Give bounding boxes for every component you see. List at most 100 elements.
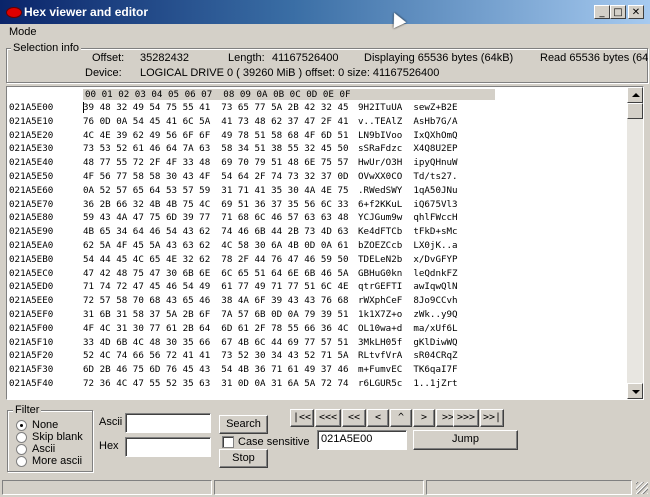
nav-back-button[interactable]: <	[367, 409, 389, 427]
row-offset[interactable]: 021A5EF0	[9, 309, 53, 320]
row-ascii[interactable]: qtrGEFTI awIqwQlN	[358, 281, 458, 292]
row-offset[interactable]: 021A5F20	[9, 350, 53, 361]
row-hex-bytes[interactable]: 59 43 4A 47 75 6D 39 77 71 68 6C 46 57 6…	[83, 212, 349, 223]
row-offset[interactable]: 021A5E20	[9, 130, 53, 141]
row-ascii[interactable]: YCJGum9w qhlFWccH	[358, 212, 458, 223]
row-hex-bytes[interactable]: 4F 56 77 58 58 30 43 4F 54 64 2F 74 73 3…	[83, 171, 349, 182]
row-ascii[interactable]: OL10wa+d ma/xUf6L	[358, 323, 458, 334]
row-hex-bytes[interactable]: 39 48 32 49 54 75 55 41 73 65 77 5A 2B 4…	[83, 102, 349, 113]
case-sensitive-label[interactable]: Case sensitive	[238, 436, 310, 448]
row-ascii[interactable]: RLtvfVrA sR04CRqZ	[358, 350, 458, 361]
row-hex-bytes[interactable]: 73 53 52 61 46 64 7A 63 58 34 51 38 55 3…	[83, 143, 349, 154]
row-offset[interactable]: 021A5E50	[9, 171, 53, 182]
row-offset[interactable]: 021A5EB0	[9, 254, 53, 265]
row-offset[interactable]: 021A5E80	[9, 212, 53, 223]
ascii-search-input[interactable]	[125, 413, 211, 433]
row-ascii[interactable]: HwUr/O3H ipyQHnuW	[358, 157, 458, 168]
row-offset[interactable]: 021A5EA0	[9, 240, 53, 251]
row-offset[interactable]: 021A5E60	[9, 185, 53, 196]
filter-skip-blank-label[interactable]: Skip blank	[32, 431, 83, 443]
row-ascii[interactable]: 1k1X7Z+o zWk..y9Q	[358, 309, 458, 320]
hex-search-input[interactable]	[125, 437, 211, 457]
arrow-up-icon	[632, 93, 640, 97]
row-hex-bytes[interactable]: 48 77 55 72 2F 4F 33 48 69 70 79 51 48 6…	[83, 157, 349, 168]
nav-back-large-button[interactable]: <<<	[315, 409, 341, 427]
nav-up-button[interactable]: ^	[390, 409, 412, 427]
jump-button[interactable]: Jump	[413, 430, 518, 450]
row-hex-bytes[interactable]: 72 57 58 70 68 43 65 46 38 4A 6F 39 43 4…	[83, 295, 349, 306]
row-ascii[interactable]: GBHuG0kn leQdnkFZ	[358, 268, 458, 279]
row-offset[interactable]: 021A5EE0	[9, 295, 53, 306]
nav-first-button[interactable]: |<<	[290, 409, 314, 427]
resize-grip-icon[interactable]	[636, 482, 648, 494]
row-ascii[interactable]: 9H2ITuUA sewZ+B2E	[358, 102, 458, 113]
text-caret	[83, 102, 84, 113]
row-offset[interactable]: 021A5E90	[9, 226, 53, 237]
filter-none-radio[interactable]	[16, 420, 27, 431]
case-sensitive-checkbox[interactable]	[222, 436, 234, 448]
row-ascii[interactable]: sSRaFdzc X4Q8U2EP	[358, 143, 458, 154]
row-hex-bytes[interactable]: 4B 65 34 64 46 54 43 62 74 46 6B 44 2B 7…	[83, 226, 349, 237]
hex-view[interactable]: 00 01 02 03 04 05 06 07 08 09 0A 0B 0C 0…	[6, 86, 644, 400]
row-hex-bytes[interactable]: 4F 4C 31 30 77 61 2B 64 6D 61 2F 78 55 6…	[83, 323, 349, 334]
filter-ascii-label[interactable]: Ascii	[32, 443, 55, 455]
row-offset[interactable]: 021A5F30	[9, 364, 53, 375]
filter-none-label[interactable]: None	[32, 419, 58, 431]
stop-button[interactable]: Stop	[219, 449, 268, 468]
row-offset[interactable]: 021A5E10	[9, 116, 53, 127]
row-hex-bytes[interactable]: 0A 52 57 65 64 53 57 59 31 71 41 35 30 4…	[83, 185, 349, 196]
minimize-button[interactable]: _	[594, 5, 610, 19]
row-offset[interactable]: 021A5ED0	[9, 281, 53, 292]
row-ascii[interactable]: m+FumvEC TK6qaI7F	[358, 364, 458, 375]
row-hex-bytes[interactable]: 31 6B 31 58 37 5A 2B 6F 7A 57 6B 0D 0A 7…	[83, 309, 349, 320]
row-ascii[interactable]: bZOEZCcb LX0jK..a	[358, 240, 458, 251]
filter-more-ascii-radio[interactable]	[16, 456, 27, 467]
row-ascii[interactable]: TDELeN2b x/DvGFYP	[358, 254, 458, 265]
row-offset[interactable]: 021A5E30	[9, 143, 53, 154]
filter-skip-blank-radio[interactable]	[16, 432, 27, 443]
filter-more-ascii-label[interactable]: More ascii	[32, 455, 82, 467]
nav-forward-button[interactable]: >	[413, 409, 435, 427]
jump-address-input[interactable]: 021A5E00	[317, 430, 407, 450]
row-offset[interactable]: 021A5EC0	[9, 268, 53, 279]
menu-mode[interactable]: Mode	[9, 26, 37, 38]
row-ascii[interactable]: OVwXX0CO Td/ts27.	[358, 171, 458, 182]
row-offset[interactable]: 021A5F40	[9, 378, 53, 389]
row-offset[interactable]: 021A5E70	[9, 199, 53, 210]
row-ascii[interactable]: Ke4dFTCb tFkD+sMc	[358, 226, 458, 237]
row-offset[interactable]: 021A5F00	[9, 323, 53, 334]
row-offset[interactable]: 021A5F10	[9, 337, 53, 348]
row-ascii[interactable]: 6+f2KKuL iQ675Vl3	[358, 199, 458, 210]
row-hex-bytes[interactable]: 36 2B 66 32 4B 4B 75 4C 69 51 36 37 35 5…	[83, 199, 349, 210]
row-hex-bytes[interactable]: 72 36 4C 47 55 52 35 63 31 0D 0A 31 6A 5…	[83, 378, 349, 389]
row-ascii[interactable]: rWXphCeF 8Jo9CCvh	[358, 295, 458, 306]
nav-back-medium-button[interactable]: <<	[342, 409, 366, 427]
row-hex-bytes[interactable]: 71 74 72 47 45 46 54 49 61 77 49 71 77 5…	[83, 281, 349, 292]
scroll-down-button[interactable]	[627, 383, 643, 399]
scroll-up-button[interactable]	[627, 87, 643, 103]
row-hex-bytes[interactable]: 47 42 48 75 47 30 6B 6E 6C 65 51 64 6E 6…	[83, 268, 349, 279]
filter-ascii-radio[interactable]	[16, 444, 27, 455]
row-ascii[interactable]: r6LGUR5c 1..1jZrt	[358, 378, 458, 389]
row-hex-bytes[interactable]: 33 4D 6B 4C 48 30 35 66 67 4B 6C 44 69 7…	[83, 337, 349, 348]
row-offset[interactable]: 021A5E40	[9, 157, 53, 168]
filter-title: Filter	[13, 404, 42, 416]
search-button[interactable]: Search	[219, 415, 268, 434]
close-button[interactable]: ✕	[628, 5, 644, 19]
row-hex-bytes[interactable]: 4C 4E 39 62 49 56 6F 6F 49 78 51 58 68 4…	[83, 130, 349, 141]
row-hex-bytes[interactable]: 52 4C 74 66 56 72 41 41 73 52 30 34 43 5…	[83, 350, 349, 361]
row-ascii[interactable]: .RWedSWY 1qA50JNu	[358, 185, 458, 196]
row-ascii[interactable]: 3MkLH05f gKlDiwWQ	[358, 337, 458, 348]
nav-forward-large-button[interactable]: >>>	[453, 409, 479, 427]
row-hex-bytes[interactable]: 6D 2B 46 75 6D 76 45 43 54 4B 36 71 61 4…	[83, 364, 349, 375]
row-ascii[interactable]: LN9bIVoo IxQXhOmQ	[358, 130, 458, 141]
row-offset[interactable]: 021A5E00	[9, 102, 53, 113]
row-hex-bytes[interactable]: 54 44 45 4C 65 4E 32 62 78 2F 44 76 47 4…	[83, 254, 349, 265]
row-ascii[interactable]: v..TEAlZ AsHb7G/A	[358, 116, 458, 127]
row-hex-bytes[interactable]: 62 5A 4F 45 5A 43 63 62 4C 58 30 6A 4B 0…	[83, 240, 349, 251]
scroll-thumb[interactable]	[627, 103, 643, 119]
vertical-scrollbar[interactable]	[627, 87, 643, 399]
row-hex-bytes[interactable]: 76 0D 0A 54 45 41 6C 5A 41 73 48 62 37 4…	[83, 116, 349, 127]
maximize-button[interactable]: □	[610, 5, 626, 19]
nav-last-button[interactable]: >>|	[480, 409, 504, 427]
